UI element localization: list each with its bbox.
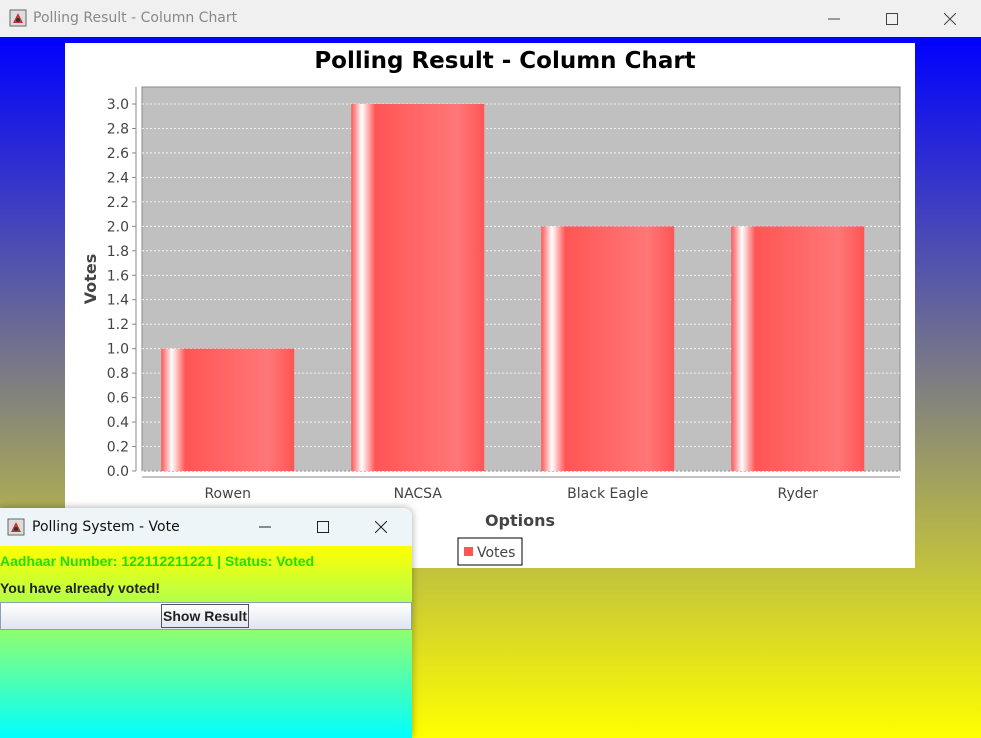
y-tick-label: 1.6 (107, 268, 129, 284)
bar-rowen (161, 348, 295, 471)
legend-label: Votes (477, 545, 515, 561)
vote-window: Polling System - Vote Aadhaar Number: 12… (0, 508, 412, 738)
x-tick-label: Ryder (777, 486, 818, 502)
y-tick-label: 1.8 (107, 244, 129, 260)
y-tick-label: 2.8 (107, 121, 129, 137)
chart-panel: Polling Result - Column Chart 0.0 0.2 0.4 0… (65, 43, 915, 568)
minimize-icon (259, 526, 271, 527)
y-tick-label: 2.6 (107, 146, 129, 162)
legend: Votes (457, 537, 523, 566)
result-window-title: Polling Result - Column Chart (33, 10, 238, 26)
chart-title: Polling Result - Column Chart (314, 48, 695, 74)
y-tick-label: 1.4 (107, 293, 129, 309)
vote-body: Aadhaar Number: 122112211221 | Status: V… (0, 546, 412, 738)
java-app-icon (7, 518, 25, 536)
bar-black-eagle (541, 226, 675, 471)
column-chart: Polling Result - Column Chart 0.00.20.40… (81, 48, 901, 566)
minimize-icon (828, 18, 840, 19)
vote-close-button[interactable] (352, 508, 410, 545)
maximize-icon (886, 12, 898, 25)
x-tick-label: NACSA (394, 486, 443, 502)
status-label: Aadhaar Number: 122112211221 | Status: V… (0, 553, 315, 569)
x-tick-label: Black Eagle (567, 486, 648, 502)
x-tick-label: Rowen (204, 486, 251, 502)
y-tick-label: 0.2 (107, 440, 129, 456)
vote-minimize-button[interactable] (236, 508, 294, 545)
y-tick-label: 2.4 (107, 170, 129, 186)
button-bar: Show Result (0, 602, 412, 630)
maximize-icon (317, 520, 329, 533)
y-tick-label: 0.0 (107, 464, 129, 480)
vote-window-titlebar[interactable]: Polling System - Vote (0, 508, 412, 546)
show-result-button[interactable]: Show Result (161, 604, 250, 628)
close-button[interactable] (921, 0, 979, 37)
vote-maximize-button[interactable] (294, 508, 352, 545)
result-window-titlebar[interactable]: Polling Result - Column Chart (0, 0, 981, 38)
bar-nacsa (351, 104, 485, 471)
y-tick-label: 1.0 (107, 342, 129, 358)
y-tick-label: 0.8 (107, 366, 129, 382)
bar-ryder (731, 226, 865, 471)
x-axis-ticks: Rowen NACSA Black Eagle Ryder (204, 486, 818, 502)
vote-window-title: Polling System - Vote (32, 519, 180, 535)
x-axis-label: Options (485, 511, 555, 530)
maximize-button[interactable] (863, 0, 921, 37)
y-tick-label: 0.6 (107, 391, 129, 407)
y-axis-label: Votes (81, 254, 100, 305)
java-app-icon (9, 9, 27, 27)
y-tick-label: 2.2 (107, 195, 129, 211)
minimize-button[interactable] (805, 0, 863, 37)
close-icon (375, 520, 387, 533)
y-tick-label: 0.4 (107, 415, 129, 431)
y-axis-ticks: 0.0 0.2 0.4 0.6 0.8 1.0 1.2 1.4 1.6 1.8 2.0 2.2 2.4 2… (107, 97, 136, 480)
y-tick-label: 2.0 (107, 219, 129, 235)
y-tick-label: 1.2 (107, 317, 129, 333)
close-icon (944, 12, 956, 25)
legend-swatch (464, 547, 473, 556)
y-tick-label: 3.0 (107, 97, 129, 113)
message-label: You have already voted! (0, 580, 161, 596)
